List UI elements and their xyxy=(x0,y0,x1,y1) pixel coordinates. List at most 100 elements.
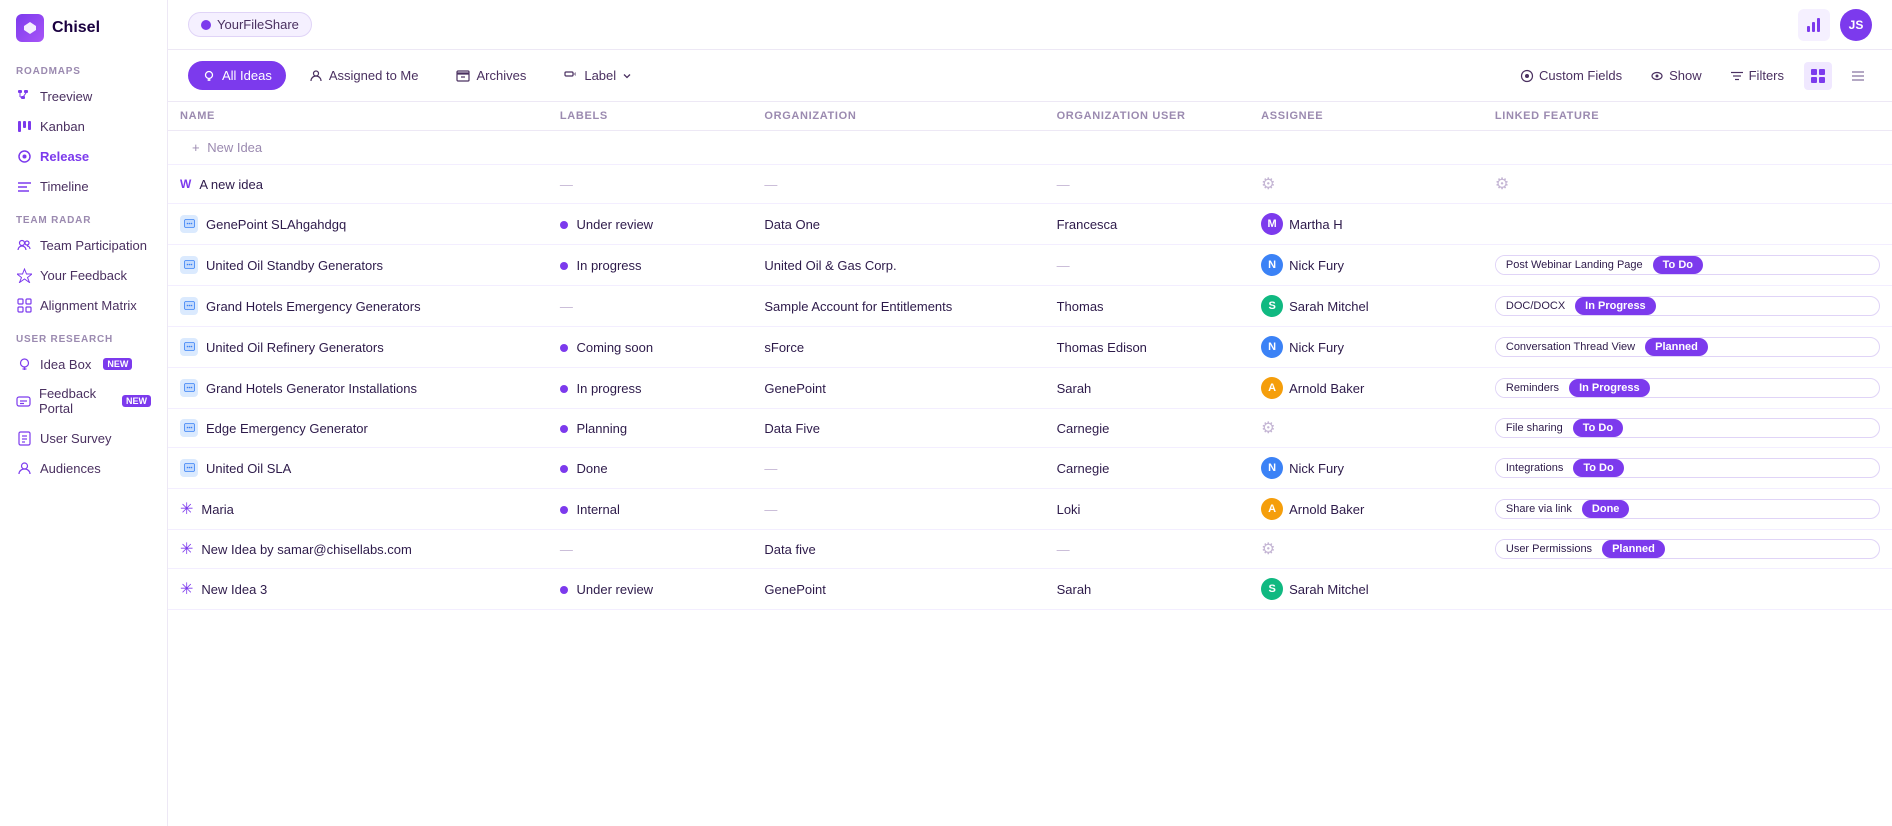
cell-assignee: N Nick Fury xyxy=(1249,448,1483,489)
analytics-icon-btn[interactable] xyxy=(1798,9,1830,41)
cell-org: — xyxy=(752,165,1044,204)
sidebar-item-idea-box[interactable]: Idea Box NEW xyxy=(0,349,167,379)
grid-view-toggle[interactable] xyxy=(1804,62,1832,90)
feature-box[interactable]: User Permissions Planned xyxy=(1495,539,1880,559)
new-idea-row[interactable]: + New Idea xyxy=(168,131,1892,165)
table-row[interactable]: United Oil Standby Generators In progres… xyxy=(168,245,1892,286)
main-content: YourFileShare JS xyxy=(168,0,1892,826)
avatar: A xyxy=(1261,377,1283,399)
sidebar-item-your-feedback[interactable]: Your Feedback xyxy=(0,260,167,290)
workspace-selector[interactable]: YourFileShare xyxy=(188,12,312,37)
sidebar-item-alignment-matrix[interactable]: Alignment Matrix xyxy=(0,290,167,320)
cell-name: ✳ Maria xyxy=(168,489,548,530)
sidebar-item-release[interactable]: Release xyxy=(0,141,167,171)
cell-orguser: — xyxy=(1045,165,1250,204)
show-action[interactable]: Show xyxy=(1642,64,1710,87)
cell-label: — xyxy=(548,530,753,569)
logo[interactable]: Chisel xyxy=(0,0,167,52)
add-idea-plus: + xyxy=(192,140,200,155)
feature-box[interactable]: File sharing To Do xyxy=(1495,418,1880,438)
w-icon: W xyxy=(180,177,191,191)
table-row[interactable]: Grand Hotels Generator Installations In … xyxy=(168,368,1892,409)
label-filter-button[interactable]: Label xyxy=(549,60,647,91)
feature-box[interactable]: Conversation Thread View Planned xyxy=(1495,337,1880,357)
table-row[interactable]: GenePoint SLAhgahdgq Under review Data O… xyxy=(168,204,1892,245)
idea-name: New Idea 3 xyxy=(201,582,267,597)
topbar-right: JS xyxy=(1798,9,1872,41)
assignee-cell: S Sarah Mitchel xyxy=(1261,578,1471,600)
avatar: N xyxy=(1261,336,1283,358)
assignee-name: Arnold Baker xyxy=(1289,381,1364,396)
feature-name: Integrations xyxy=(1496,459,1573,477)
org-name: Data Five xyxy=(764,421,820,436)
org-user-name: Thomas Edison xyxy=(1057,340,1147,355)
custom-fields-action[interactable]: Custom Fields xyxy=(1512,64,1630,87)
cell-assignee: ⚙ xyxy=(1249,165,1483,204)
sidebar-item-team-participation[interactable]: Team Participation xyxy=(0,230,167,260)
assignee-name: Sarah Mitchel xyxy=(1289,582,1368,597)
idea-name: Edge Emergency Generator xyxy=(206,421,368,436)
cell-linked: Post Webinar Landing Page To Do xyxy=(1483,245,1892,286)
sidebar-item-treeview[interactable]: Treeview xyxy=(0,81,167,111)
table-row[interactable]: United Oil Refinery Generators Coming so… xyxy=(168,327,1892,368)
section-team-radar: TEAM RADAR xyxy=(0,201,167,230)
cell-org: — xyxy=(752,448,1044,489)
filters-action[interactable]: Filters xyxy=(1722,64,1792,87)
feature-status-badge: To Do xyxy=(1653,256,1703,274)
org-user-name: Thomas xyxy=(1057,299,1104,314)
sidebar-item-user-survey[interactable]: User Survey xyxy=(0,423,167,453)
cell-linked: ⚙ xyxy=(1483,165,1892,204)
assignee-cell: A Arnold Baker xyxy=(1261,377,1471,399)
chat-icon xyxy=(180,419,198,437)
table-header: NAME LABELS ORGANIZATION ORGANIZATION US… xyxy=(168,102,1892,131)
all-ideas-button[interactable]: All Ideas xyxy=(188,61,286,90)
feature-status-badge: To Do xyxy=(1573,459,1623,477)
idea-name: Maria xyxy=(201,502,234,517)
empty-label: — xyxy=(560,542,573,557)
cell-assignee: A Arnold Baker xyxy=(1249,368,1483,409)
cell-org: Data One xyxy=(752,204,1044,245)
list-view-toggle[interactable] xyxy=(1844,62,1872,90)
sidebar-item-audiences[interactable]: Audiences xyxy=(0,453,167,483)
cell-name: United Oil Refinery Generators xyxy=(168,327,548,368)
cell-assignee: M Martha H xyxy=(1249,204,1483,245)
table-row[interactable]: Edge Emergency Generator Planning Data F… xyxy=(168,409,1892,448)
avatar: M xyxy=(1261,213,1283,235)
grid-icon xyxy=(1810,68,1826,84)
cell-linked xyxy=(1483,204,1892,245)
idea-icon xyxy=(16,356,32,372)
cell-assignee: ⚙ xyxy=(1249,409,1483,448)
table-row[interactable]: ✳ Maria Internal —Loki A Arnold Baker Sh… xyxy=(168,489,1892,530)
feature-box[interactable]: DOC/DOCX In Progress xyxy=(1495,296,1880,316)
cell-label: Internal xyxy=(548,489,753,530)
table-row[interactable]: Grand Hotels Emergency Generators —Sampl… xyxy=(168,286,1892,327)
cell-label: In progress xyxy=(548,245,753,286)
gear-icon: ⚙ xyxy=(1261,541,1275,558)
assigned-to-me-button[interactable]: Assigned to Me xyxy=(294,60,434,91)
sidebar-item-kanban[interactable]: Kanban xyxy=(0,111,167,141)
archives-button[interactable]: Archives xyxy=(441,60,541,91)
cell-orguser: Carnegie xyxy=(1045,448,1250,489)
assignee-cell: N Nick Fury xyxy=(1261,457,1471,479)
col-header-name: NAME xyxy=(168,102,548,131)
feature-status-badge: Planned xyxy=(1645,338,1708,356)
table-row[interactable]: ✳ New Idea by samar@chisellabs.com —Data… xyxy=(168,530,1892,569)
table-row[interactable]: United Oil SLA Done —Carnegie N Nick Fur… xyxy=(168,448,1892,489)
label-tag: Under review xyxy=(560,582,653,597)
show-label: Show xyxy=(1669,68,1702,83)
org-name: Data five xyxy=(764,542,815,557)
feature-box[interactable]: Share via link Done xyxy=(1495,499,1880,519)
feature-box[interactable]: Post Webinar Landing Page To Do xyxy=(1495,255,1880,275)
cell-orguser: Loki xyxy=(1045,489,1250,530)
feature-box[interactable]: Integrations To Do xyxy=(1495,458,1880,478)
assignee-name: Nick Fury xyxy=(1289,258,1344,273)
assignee-name: Arnold Baker xyxy=(1289,502,1364,517)
cell-org: Data five xyxy=(752,530,1044,569)
sidebar-item-feedback-portal[interactable]: Feedback Portal NEW xyxy=(0,379,167,423)
table-row[interactable]: ✳ New Idea 3 Under review GenePointSarah… xyxy=(168,569,1892,610)
cell-label: Under review xyxy=(548,569,753,610)
user-avatar[interactable]: JS xyxy=(1840,9,1872,41)
sidebar-item-timeline[interactable]: Timeline xyxy=(0,171,167,201)
table-row[interactable]: W A new idea ———⚙⚙ xyxy=(168,165,1892,204)
feature-box[interactable]: Reminders In Progress xyxy=(1495,378,1880,398)
